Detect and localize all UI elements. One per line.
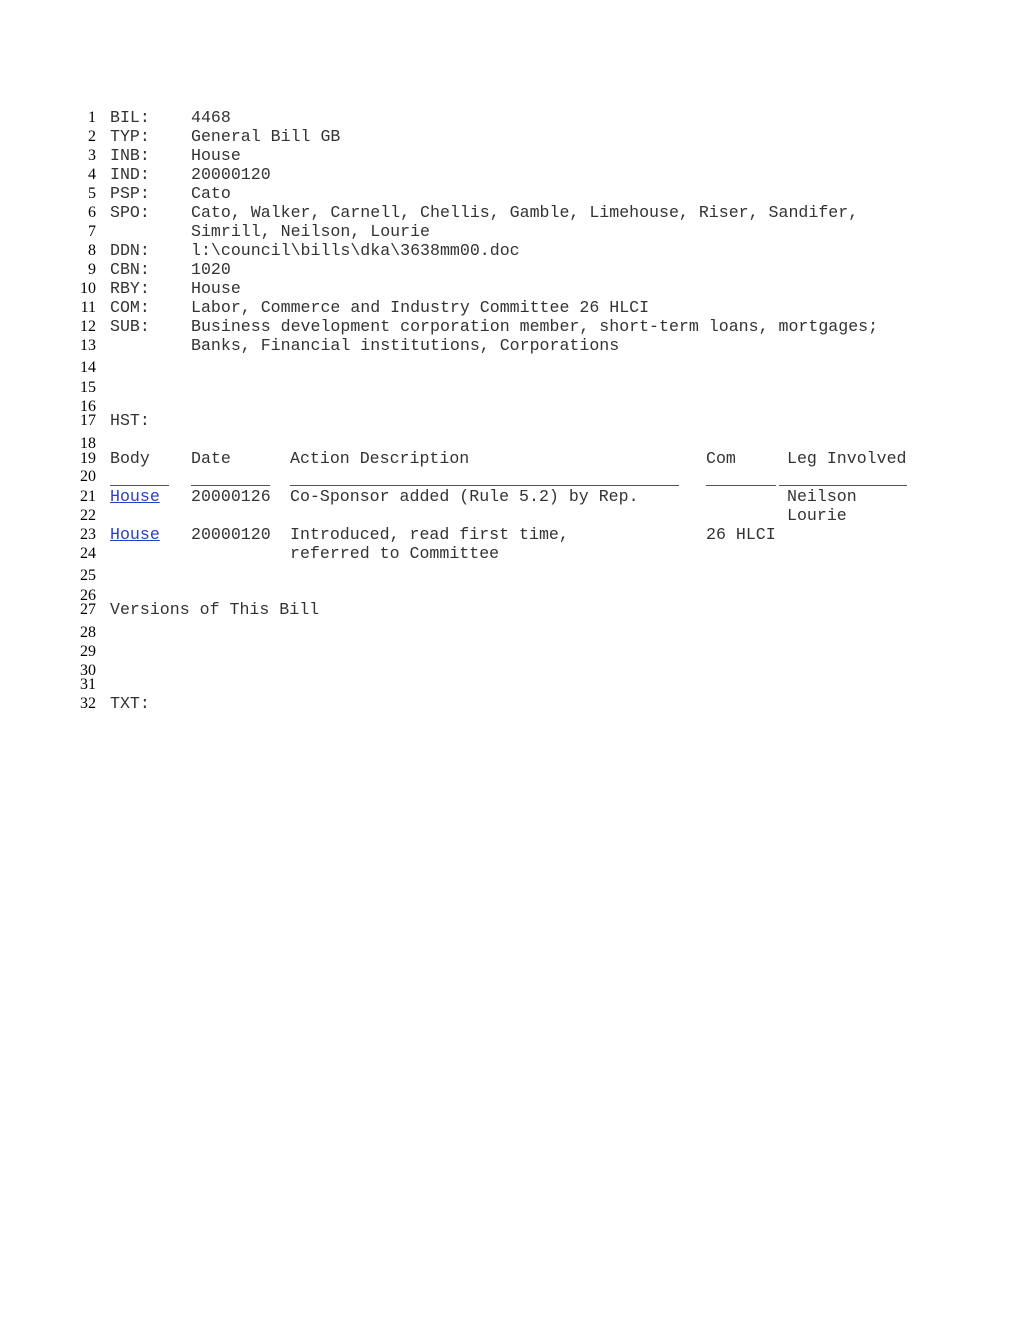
line-number: 29 <box>80 643 96 660</box>
line-number: 7 <box>88 223 96 240</box>
versions-heading: Versions of This Bill <box>110 600 320 619</box>
line-number: 3 <box>88 147 96 164</box>
header-underline-com <box>706 485 776 486</box>
line-number: 32 <box>80 695 96 712</box>
history-header-date: Date <box>191 449 231 468</box>
line-number: 5 <box>88 185 96 202</box>
field-label-com: COM: <box>110 298 150 317</box>
line-number: 23 <box>80 526 96 543</box>
field-value-spo-continued: Simrill, Neilson, Lourie <box>191 222 430 241</box>
history-header-com: Com <box>706 449 736 468</box>
field-value-spo: Cato, Walker, Carnell, Chellis, Gamble, … <box>191 203 859 222</box>
line-number: 9 <box>88 261 96 278</box>
history-row-action: Introduced, read first time, <box>290 525 569 544</box>
line-number: 8 <box>88 242 96 259</box>
header-underline-date <box>191 485 270 486</box>
line-number: 14 <box>80 359 96 376</box>
history-header-action: Action Description <box>290 449 470 468</box>
field-value-bil: 4468 <box>191 108 231 127</box>
field-value-psp: Cato <box>191 184 231 203</box>
history-label: HST: <box>110 411 150 430</box>
line-number: 25 <box>80 567 96 584</box>
line-number: 12 <box>80 318 96 335</box>
field-value-typ: General Bill GB <box>191 127 341 146</box>
line-number: 17 <box>80 412 96 429</box>
line-number: 15 <box>80 379 96 396</box>
history-header-body: Body <box>110 449 150 468</box>
history-row-body-link[interactable]: House <box>110 526 160 543</box>
header-underline-leg <box>779 485 907 486</box>
line-number: 4 <box>88 166 96 183</box>
field-value-ind: 20000120 <box>191 165 271 184</box>
field-label-inb: INB: <box>110 146 150 165</box>
line-number: 2 <box>88 128 96 145</box>
field-value-sub-continued: Banks, Financial institutions, Corporati… <box>191 336 620 355</box>
history-row-leg: Neilson <box>787 487 857 506</box>
history-row-body-link[interactable]: House <box>110 488 160 505</box>
history-row-action: Co-Sponsor added (Rule 5.2) by Rep. <box>290 487 639 506</box>
line-number: 10 <box>80 280 96 297</box>
line-number: 19 <box>80 450 96 467</box>
line-number: 6 <box>88 204 96 221</box>
header-underline-body <box>110 485 169 486</box>
history-row-com: 26 HLCI <box>706 525 776 544</box>
field-value-com: Labor, Commerce and Industry Committee 2… <box>191 298 650 317</box>
line-number: 22 <box>80 507 96 524</box>
field-label-sub: SUB: <box>110 317 150 336</box>
field-label-cbn: CBN: <box>110 260 150 279</box>
line-number: 21 <box>80 488 96 505</box>
line-number: 1 <box>88 109 96 126</box>
txt-label: TXT: <box>110 694 150 713</box>
field-label-bil: BIL: <box>110 108 150 127</box>
field-value-sub: Business development corporation member,… <box>191 317 879 336</box>
field-label-spo: SPO: <box>110 203 150 222</box>
line-number: 28 <box>80 624 96 641</box>
history-header-leg: Leg Involved <box>787 449 907 468</box>
line-number: 13 <box>80 337 96 354</box>
line-number: 31 <box>80 676 96 693</box>
field-value-rby: House <box>191 279 241 298</box>
field-value-cbn: 1020 <box>191 260 231 279</box>
line-number: 27 <box>80 601 96 618</box>
field-label-typ: TYP: <box>110 127 150 146</box>
history-row-action: referred to Committee <box>290 544 500 563</box>
field-label-psp: PSP: <box>110 184 150 203</box>
field-value-ddn: l:\council\bills\dka\3638mm00.doc <box>191 241 520 260</box>
field-label-ind: IND: <box>110 165 150 184</box>
history-row-date: 20000120 <box>191 525 271 544</box>
header-underline-action <box>290 485 679 486</box>
line-number: 20 <box>80 468 96 485</box>
history-row-leg: Lourie <box>787 506 847 525</box>
line-number: 11 <box>80 299 96 316</box>
line-number: 24 <box>80 545 96 562</box>
field-label-rby: RBY: <box>110 279 150 298</box>
field-label-ddn: DDN: <box>110 241 150 260</box>
field-value-inb: House <box>191 146 241 165</box>
history-row-date: 20000126 <box>191 487 271 506</box>
